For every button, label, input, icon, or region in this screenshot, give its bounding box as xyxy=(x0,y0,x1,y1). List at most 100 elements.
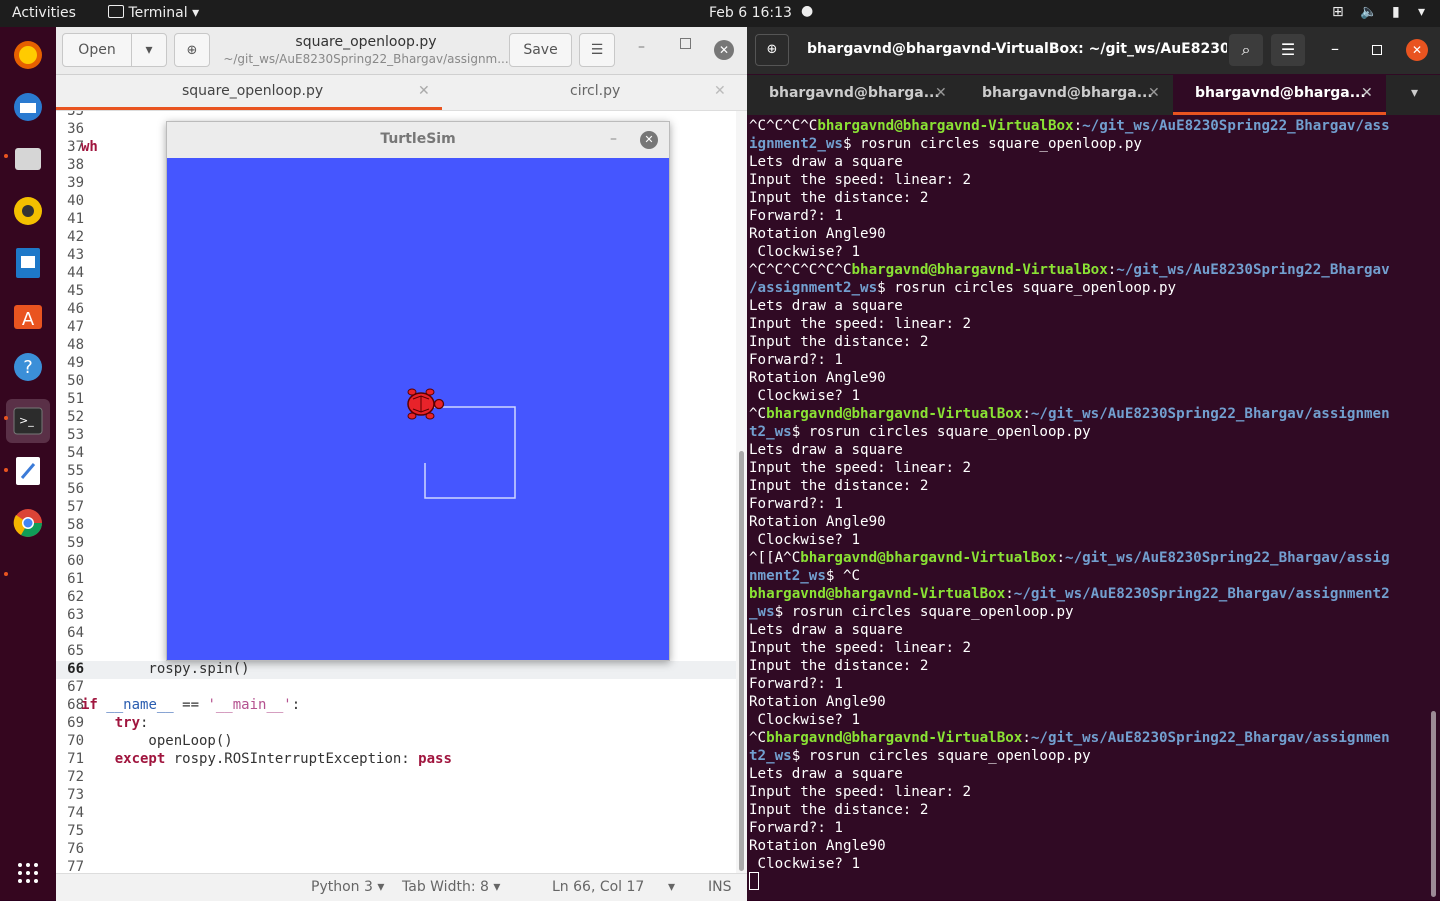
tab-close-icon[interactable]: ✕ xyxy=(935,85,947,101)
line-number: 56 xyxy=(67,481,84,497)
software-icon[interactable]: A xyxy=(8,295,48,335)
new-tab-button[interactable]: ⊕ xyxy=(755,34,789,66)
minimize-icon[interactable]: – xyxy=(638,39,645,55)
line-text: rospy.spin() xyxy=(81,661,250,677)
line-number: 41 xyxy=(67,211,84,227)
system-menu-icon[interactable]: ▾ xyxy=(1418,4,1425,20)
tab-square-openloop[interactable]: square_openloop.py ✕ xyxy=(56,75,442,110)
close-icon[interactable]: ✕ xyxy=(1406,39,1428,61)
help-icon[interactable]: ? xyxy=(8,347,48,387)
terminal-tab[interactable]: bhargavnd@bharga... ✕ xyxy=(747,75,960,115)
svg-text:>_: >_ xyxy=(19,414,34,427)
tab-close-icon[interactable]: ✕ xyxy=(1148,85,1160,101)
terminal-output[interactable]: ^C^C^C^Cbhargavnd@bhargavnd-VirtualBox:~… xyxy=(749,117,1429,900)
maximize-icon[interactable] xyxy=(1372,45,1382,55)
writer-icon[interactable] xyxy=(8,243,48,283)
chevron-down-icon: ▾ xyxy=(192,5,200,21)
editor-scrollbar[interactable] xyxy=(736,111,747,873)
volume-icon[interactable]: 🔈 xyxy=(1360,4,1377,20)
status-bar: Python 3 ▾ Tab Width: 8 ▾ Ln 66, Col 17 … xyxy=(56,873,747,901)
minimize-icon[interactable]: – xyxy=(610,131,617,147)
chrome-icon[interactable] xyxy=(8,503,48,543)
line-number: 73 xyxy=(67,787,84,803)
line-number: 67 xyxy=(67,679,84,695)
tab-width-selector[interactable]: Tab Width: 8 ▾ xyxy=(402,879,500,895)
terminal-text: $ ^C xyxy=(825,568,861,584)
code-line[interactable]: 74 xyxy=(56,805,736,823)
save-button[interactable]: Save xyxy=(509,33,572,67)
terminal-tab[interactable]: bhargavnd@bharga... ✕ xyxy=(960,75,1173,115)
editor-headerbar: Open ▾ ⊕ square_openloop.py ~/git_ws/AuE… xyxy=(56,27,747,75)
prompt-user: bhargavnd@bhargavnd-VirtualBox xyxy=(851,262,1108,278)
code-line[interactable]: 35 xyxy=(56,111,736,121)
chevron-down-icon[interactable]: ▾ xyxy=(668,879,675,895)
tab-close-icon[interactable]: ✕ xyxy=(714,83,726,99)
line-number: 57 xyxy=(67,499,84,515)
terminal-icon[interactable]: >_ xyxy=(6,399,50,443)
terminal-scrollbar[interactable] xyxy=(1431,711,1436,897)
line-number: 40 xyxy=(67,193,84,209)
prompt-user: bhargavnd@bhargavnd-VirtualBox xyxy=(749,586,1006,602)
line-number: 77 xyxy=(67,859,84,873)
close-icon[interactable]: ✕ xyxy=(714,40,734,60)
line-number: 36 xyxy=(67,121,84,137)
tab-close-icon[interactable]: ✕ xyxy=(418,83,430,99)
code-line[interactable]: 66 rospy.spin() xyxy=(56,661,736,679)
tab-close-icon[interactable]: ✕ xyxy=(1361,85,1373,101)
line-number: 64 xyxy=(67,625,84,641)
menu-icon[interactable]: ☰ xyxy=(1271,34,1305,66)
terminal-text: : xyxy=(1056,550,1066,566)
tabs-menu-icon[interactable]: ▾ xyxy=(1411,85,1418,101)
hamburger-menu-button[interactable]: ☰ xyxy=(579,33,615,67)
tab-circl[interactable]: circl.py ✕ xyxy=(442,75,747,110)
open-button[interactable]: Open xyxy=(62,33,132,67)
clock[interactable]: Feb 6 16:13 xyxy=(709,5,792,21)
code-line[interactable]: 67 xyxy=(56,679,736,697)
cursor-position[interactable]: Ln 66, Col 17 xyxy=(552,879,644,895)
line-number: 42 xyxy=(67,229,84,245)
app-grid-icon[interactable] xyxy=(8,853,48,893)
top-bar: Activities Terminal ▾ Feb 6 16:13 ● ⊞ 🔈 … xyxy=(0,0,1440,27)
open-menu-button[interactable]: ▾ xyxy=(131,33,167,67)
language-selector[interactable]: Python 3 ▾ xyxy=(311,879,384,895)
code-line[interactable]: 72 xyxy=(56,769,736,787)
turtlesim-canvas xyxy=(167,158,669,660)
line-number: 58 xyxy=(67,517,84,533)
network-icon[interactable]: ⊞ xyxy=(1332,4,1344,20)
tab-label: bhargavnd@bharga... xyxy=(1195,85,1366,101)
code-line[interactable]: 71 except rospy.ROSInterruptException: p… xyxy=(56,751,736,769)
scrollbar-thumb[interactable] xyxy=(739,451,744,871)
menu-icon: ☰ xyxy=(590,42,604,58)
minimize-icon[interactable]: – xyxy=(1331,39,1339,58)
close-icon[interactable]: ✕ xyxy=(640,131,658,149)
turtlesim-window: TurtleSim – ✕ xyxy=(166,121,670,661)
maximize-icon[interactable] xyxy=(680,38,691,49)
turtle-icon xyxy=(407,388,445,420)
code-line[interactable]: 73 xyxy=(56,787,736,805)
new-tab-button[interactable]: ⊕ xyxy=(174,33,210,67)
terminal-text: ^C^C^C^C xyxy=(749,118,818,134)
code-line[interactable]: 70 openLoop() xyxy=(56,733,736,751)
thunderbird-icon[interactable] xyxy=(8,87,48,127)
text-editor-icon[interactable] xyxy=(8,451,48,491)
tab-width-label: Tab Width: 8 xyxy=(402,879,489,895)
line-number: 65 xyxy=(67,643,84,659)
code-line[interactable]: 68 if __name__ == '__main__': xyxy=(56,697,736,715)
running-indicator xyxy=(4,572,8,576)
code-line[interactable]: 69 try: xyxy=(56,715,736,733)
files-icon[interactable] xyxy=(8,139,48,179)
line-number: 47 xyxy=(67,319,84,335)
rhythmbox-icon[interactable] xyxy=(8,191,48,231)
search-icon[interactable]: ⌕ xyxy=(1229,34,1263,66)
battery-icon[interactable]: ▮ xyxy=(1392,4,1400,20)
code-line[interactable]: 77 xyxy=(56,859,736,873)
code-line[interactable]: 75 xyxy=(56,823,736,841)
firefox-icon[interactable] xyxy=(8,35,48,75)
line-number: 45 xyxy=(67,283,84,299)
activities-button[interactable]: Activities xyxy=(12,5,76,21)
terminal-headerbar: ⊕ bhargavnd@bhargavnd-VirtualBox: ~/git_… xyxy=(747,27,1440,74)
app-menu[interactable]: Terminal ▾ xyxy=(108,5,199,21)
line-number: 39 xyxy=(67,175,84,191)
code-line[interactable]: 76 xyxy=(56,841,736,859)
terminal-tab-active[interactable]: bhargavnd@bharga... ✕ xyxy=(1173,75,1386,115)
